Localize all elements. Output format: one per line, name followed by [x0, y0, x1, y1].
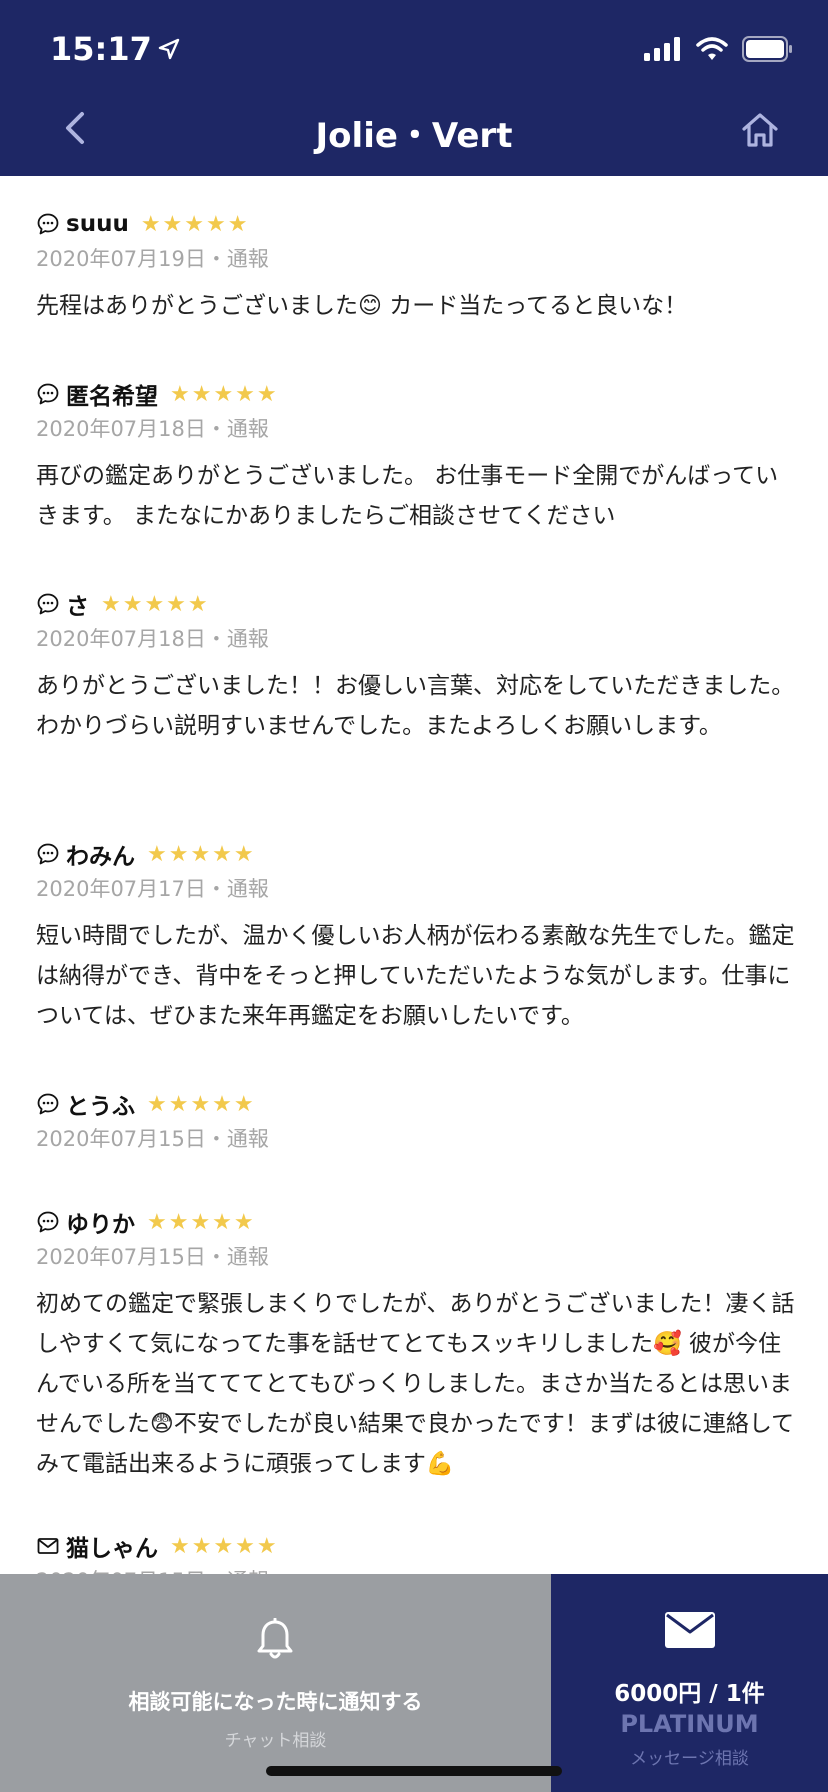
review-date-report[interactable]: 2020年07月15日・通報: [36, 1124, 796, 1154]
review-header: suuu ★★★★★: [36, 204, 796, 244]
reviewer-name: ゆりか: [66, 1212, 135, 1238]
page-title: Jolie・Vert: [315, 116, 513, 156]
review-header: わみん ★★★★★: [36, 834, 796, 874]
notify-button[interactable]: 相談可能になった時に通知する チャット相談: [0, 1574, 551, 1792]
review-header: ゆりか ★★★★★: [36, 1202, 796, 1242]
review-header: 猫しゃん ★★★★★: [36, 1526, 796, 1566]
review-item: ゆりか ★★★★★ 2020年07月15日・通報 初めての鑑定で緊張しまくりでし…: [36, 1202, 796, 1484]
price-label: 6000円 / 1件: [614, 1681, 765, 1707]
review-item: とうふ ★★★★★ 2020年07月15日・通報: [36, 1084, 796, 1154]
reviewer-name: わみん: [66, 844, 135, 870]
mail-icon: [37, 1538, 59, 1554]
message-consult-button[interactable]: 6000円 / 1件 PLATINUM メッセージ相談: [551, 1574, 828, 1792]
review-text: 初めての鑑定で緊張しまくりでしたが、ありがとうございました！凄く話しやすくて気に…: [36, 1291, 795, 1477]
review-item: さ ★★★★★ 2020年07月18日・通報 ありがとうございました！！お優しい…: [36, 584, 796, 746]
review-item: わみん ★★★★★ 2020年07月17日・通報 短い時間でしたが、温かく優しい…: [36, 834, 796, 1036]
review-text: 再びの鑑定ありがとうございました。 お仕事モード全開でがんばっていきます。 また…: [36, 463, 779, 529]
star-rating: ★★★★★: [147, 1091, 256, 1117]
star-rating: ★★★★★: [170, 1533, 279, 1559]
review-date-report[interactable]: 2020年07月18日・通報: [36, 414, 796, 444]
reviewer-name: とうふ: [66, 1094, 135, 1120]
battery-icon: [742, 36, 792, 62]
notify-label: 相談可能になった時に通知する: [128, 1690, 423, 1714]
star-rating: ★★★★★: [170, 381, 279, 407]
review-header: とうふ ★★★★★: [36, 1084, 796, 1124]
wifi-icon: [696, 37, 728, 60]
review-list: suuu ★★★★★ 2020年07月19日・通報 先程はありがとうございました…: [0, 176, 828, 1574]
review-text: ありがとうございました！！お優しい言葉、対応をしていただきました。わかりづらい説…: [36, 673, 795, 739]
bell-icon: [257, 1618, 293, 1659]
reviewer-name: さ: [66, 594, 89, 620]
review-item: suuu ★★★★★ 2020年07月19日・通報 先程はありがとうございました…: [36, 204, 796, 326]
reviewer-name: 匿名希望: [66, 384, 158, 410]
message-consult-label: メッセージ相談: [630, 1749, 749, 1769]
review-date-report[interactable]: 2020年07月17日・通報: [36, 874, 796, 904]
review-item: 匿名希望 ★★★★★ 2020年07月18日・通報 再びの鑑定ありがとうございま…: [36, 374, 796, 536]
home-indicator: [266, 1766, 562, 1776]
star-rating: ★★★★★: [147, 841, 256, 867]
status-icons: [644, 36, 794, 62]
review-header: 匿名希望 ★★★★★: [36, 374, 796, 414]
star-rating: ★★★★★: [147, 1209, 256, 1235]
review-date-report[interactable]: 2020年07月15日・通報: [36, 1242, 796, 1272]
envelope-icon: [665, 1612, 715, 1648]
review-header: さ ★★★★★: [36, 584, 796, 624]
star-rating: ★★★★★: [140, 211, 250, 237]
review-date-report[interactable]: 2020年07月15日・通報: [36, 1566, 796, 1574]
review-item: 猫しゃん ★★★★★ 2020年07月15日・通報: [36, 1526, 796, 1575]
review-date-report[interactable]: 2020年07月19日・通報: [36, 244, 796, 274]
review-date-report[interactable]: 2020年07月18日・通報: [36, 624, 796, 654]
chat-consult-label: チャット相談: [224, 1731, 327, 1751]
signal-icon: [644, 37, 680, 61]
review-text: 短い時間でしたが、温かく優しいお人柄が伝わる素敵な先生でした。鑑定は納得ができ、…: [36, 923, 795, 1029]
reviewer-name: suuu: [66, 211, 129, 237]
status-time: 15:17: [50, 30, 180, 68]
clock-text: 15:17: [50, 30, 152, 68]
home-icon[interactable]: [740, 110, 780, 150]
chat-bubble-icon: [37, 593, 59, 615]
app-header: 15:17 Jolie・Vert: [0, 0, 828, 176]
chat-bubble-icon: [37, 843, 59, 865]
star-rating: ★★★★★: [101, 591, 210, 617]
review-text: 先程はありがとうございました😊 カード当たってると良いな！: [36, 293, 688, 319]
reviewer-name: 猫しゃん: [66, 1536, 158, 1562]
chat-bubble-icon: [37, 383, 59, 405]
location-arrow-icon: [158, 38, 180, 60]
bottom-action-bar: 相談可能になった時に通知する チャット相談 6000円 / 1件 PLATINU…: [0, 1574, 828, 1792]
plan-label: PLATINUM: [620, 1710, 759, 1738]
chat-bubble-icon: [37, 1211, 59, 1233]
chat-bubble-icon: [37, 213, 59, 235]
chat-bubble-icon: [37, 1093, 59, 1115]
